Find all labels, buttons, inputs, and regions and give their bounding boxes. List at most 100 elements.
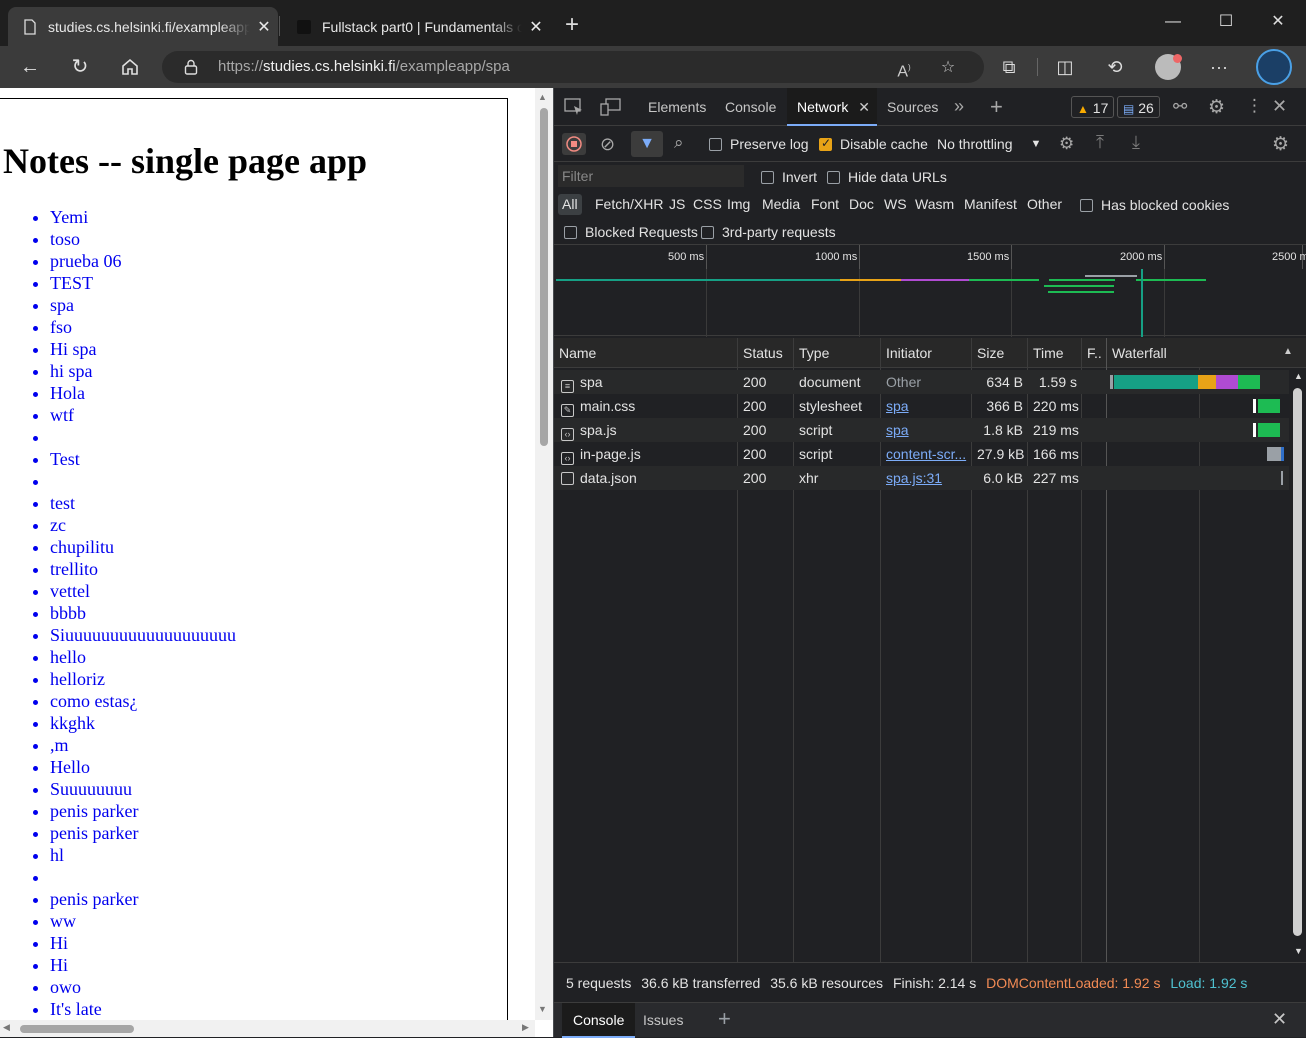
add-tab-icon[interactable]: + [990,94,1003,120]
type-filter-other[interactable]: Other [1023,194,1066,215]
checkbox-box[interactable] [709,137,722,151]
invert-checkbox[interactable]: Invert [761,169,817,185]
scroll-right-arrow-icon[interactable]: ▶ [522,1022,529,1033]
waterfall-bar[interactable] [1238,375,1260,389]
col-time[interactable]: Time [1028,338,1082,368]
request-initiator[interactable]: spa [881,394,971,418]
add-drawer-tab-icon[interactable]: + [718,1006,731,1032]
home-button[interactable] [114,52,146,82]
scroll-left-arrow-icon[interactable]: ◀ [3,1022,10,1033]
third-party-checkbox[interactable]: 3rd-party requests [701,224,836,240]
filter-input[interactable]: Filter [558,165,744,187]
split-screen-icon[interactable]: ◫ [1049,52,1081,82]
type-filter-css[interactable]: CSS [689,194,726,215]
type-filter-manifest[interactable]: Manifest [960,194,1021,215]
copilot-icon[interactable] [1256,49,1292,85]
type-filter-font[interactable]: Font [807,194,843,215]
type-filter-js[interactable]: JS [665,194,689,215]
throttling-select[interactable]: No throttling ▼ [937,136,1041,152]
page-vertical-scrollbar[interactable]: ▲ ▼ [535,88,553,1020]
browser-tab-spa[interactable]: studies.cs.helsinki.fi/exampleapp/spa ✕ [8,7,278,46]
type-filter-media[interactable]: Media [758,194,804,215]
waterfall-bar[interactable] [1281,471,1283,485]
request-initiator[interactable]: spa.js:31 [881,466,971,490]
col-initiator[interactable]: Initiator [881,338,971,368]
checkbox-box[interactable] [827,170,840,184]
type-filter-fetch-xhr[interactable]: Fetch/XHR [591,194,667,215]
warnings-badge[interactable]: ▲ 17 [1071,96,1115,118]
waterfall-bar[interactable] [1267,447,1281,461]
network-conditions-icon[interactable]: ⚙ [1059,134,1074,154]
checkbox-box[interactable] [761,170,774,184]
col-waterfall[interactable]: Waterfall [1107,338,1267,368]
lock-icon[interactable] [184,59,198,75]
read-aloud-icon[interactable]: A) [892,57,916,80]
waterfall-bar[interactable] [1114,375,1198,389]
blocked-requests-checkbox[interactable]: Blocked Requests [564,224,698,240]
col-name[interactable]: Name [554,338,737,368]
col-size[interactable]: Size [972,338,1026,368]
close-drawer-icon[interactable]: ✕ [1272,1009,1287,1030]
checkbox-box[interactable] [819,136,832,151]
waterfall-bar[interactable] [1198,375,1216,389]
close-tab-icon[interactable]: ✕ [250,17,278,37]
maximize-button[interactable]: ☐ [1203,8,1249,36]
type-filter-ws[interactable]: WS [880,194,911,215]
request-row[interactable]: ‹› spa.js 200 script spa 1.8 kB 219 ms [554,418,1289,442]
extensions-icon[interactable]: ⧉ [993,52,1025,82]
waterfall-bar[interactable] [1253,399,1256,413]
request-name[interactable]: ✎ main.css [556,394,737,418]
waterfall-bar[interactable] [1216,375,1238,389]
drawer-tab-issues[interactable]: Issues [632,1003,694,1038]
messages-badge[interactable]: ▤ 26 [1117,96,1160,118]
type-filter-wasm[interactable]: Wasm [911,194,958,215]
device-toolbar-icon[interactable] [600,98,622,121]
col-status[interactable]: Status [738,338,792,368]
type-filter-all[interactable]: All [558,194,582,215]
browser-tab-fullstack[interactable]: Fullstack part0 | Fundamentals of Web ap… [282,7,550,46]
request-row[interactable]: data.json 200 xhr spa.js:31 6.0 kB 227 ms [554,466,1289,490]
scroll-up-arrow-icon[interactable]: ▲ [1294,371,1303,381]
export-har-icon[interactable]: ⤓ [1132,132,1140,153]
request-name[interactable]: ‹› spa.js [556,418,737,442]
tab-console[interactable]: Console [725,88,776,126]
sort-ascending-icon[interactable]: ▲ [1283,346,1293,357]
tab-elements[interactable]: Elements [648,88,706,126]
new-tab-button[interactable]: + [558,12,586,40]
checkbox-box[interactable] [1080,198,1093,212]
page-horizontal-scrollbar[interactable]: ◀ ▶ [0,1020,535,1037]
inspect-element-icon[interactable] [564,98,584,121]
checkbox-box[interactable] [701,225,714,239]
close-devtools-icon[interactable]: ✕ [1272,96,1287,117]
waterfall-bar[interactable] [1258,423,1280,437]
close-tab-icon[interactable]: ✕ [522,17,550,37]
reload-button[interactable]: ↻ [64,52,96,82]
scrollbar-thumb[interactable] [1293,388,1302,936]
close-tab-icon[interactable]: ✕ [858,99,870,115]
request-row[interactable]: ‹› in-page.js 200 script content-scr... 27.9 … [554,442,1289,466]
customize-icon[interactable]: ⚯ [1173,97,1187,117]
scrollbar-thumb[interactable] [20,1025,134,1033]
request-initiator[interactable]: content-scr... [881,442,971,466]
tab-sources[interactable]: Sources [887,88,938,126]
import-har-icon[interactable]: ⤒ [1096,132,1104,153]
url-text[interactable]: https://studies.cs.helsinki.fi/exampleap… [218,58,510,75]
col-type[interactable]: Type [794,338,880,368]
request-name[interactable]: ‹› in-page.js [556,442,737,466]
back-button[interactable]: ← [14,52,46,82]
type-filter-doc[interactable]: Doc [845,194,878,215]
scroll-up-arrow-icon[interactable]: ▲ [538,92,547,102]
kebab-menu-icon[interactable]: ⋮ [1246,96,1263,116]
table-scrollbar[interactable]: ▲ ▼ [1289,368,1306,962]
network-settings-gear-icon[interactable]: ⚙ [1272,133,1289,156]
clear-icon[interactable]: ⊘ [600,134,615,155]
disable-cache-checkbox[interactable]: Disable cache [819,136,928,152]
network-overview[interactable]: 500 ms 1000 ms 1500 ms 2000 ms 2500 ms [554,244,1306,337]
more-menu-icon[interactable]: ··· [1203,52,1235,82]
favorite-star-icon[interactable]: ☆ [936,57,960,79]
waterfall-bar[interactable] [1253,423,1256,437]
waterfall-bar[interactable] [1281,447,1284,461]
more-tabs-chevron-icon[interactable]: » [954,96,964,117]
minimize-button[interactable]: — [1150,8,1196,36]
waterfall-bar[interactable] [1258,399,1280,413]
